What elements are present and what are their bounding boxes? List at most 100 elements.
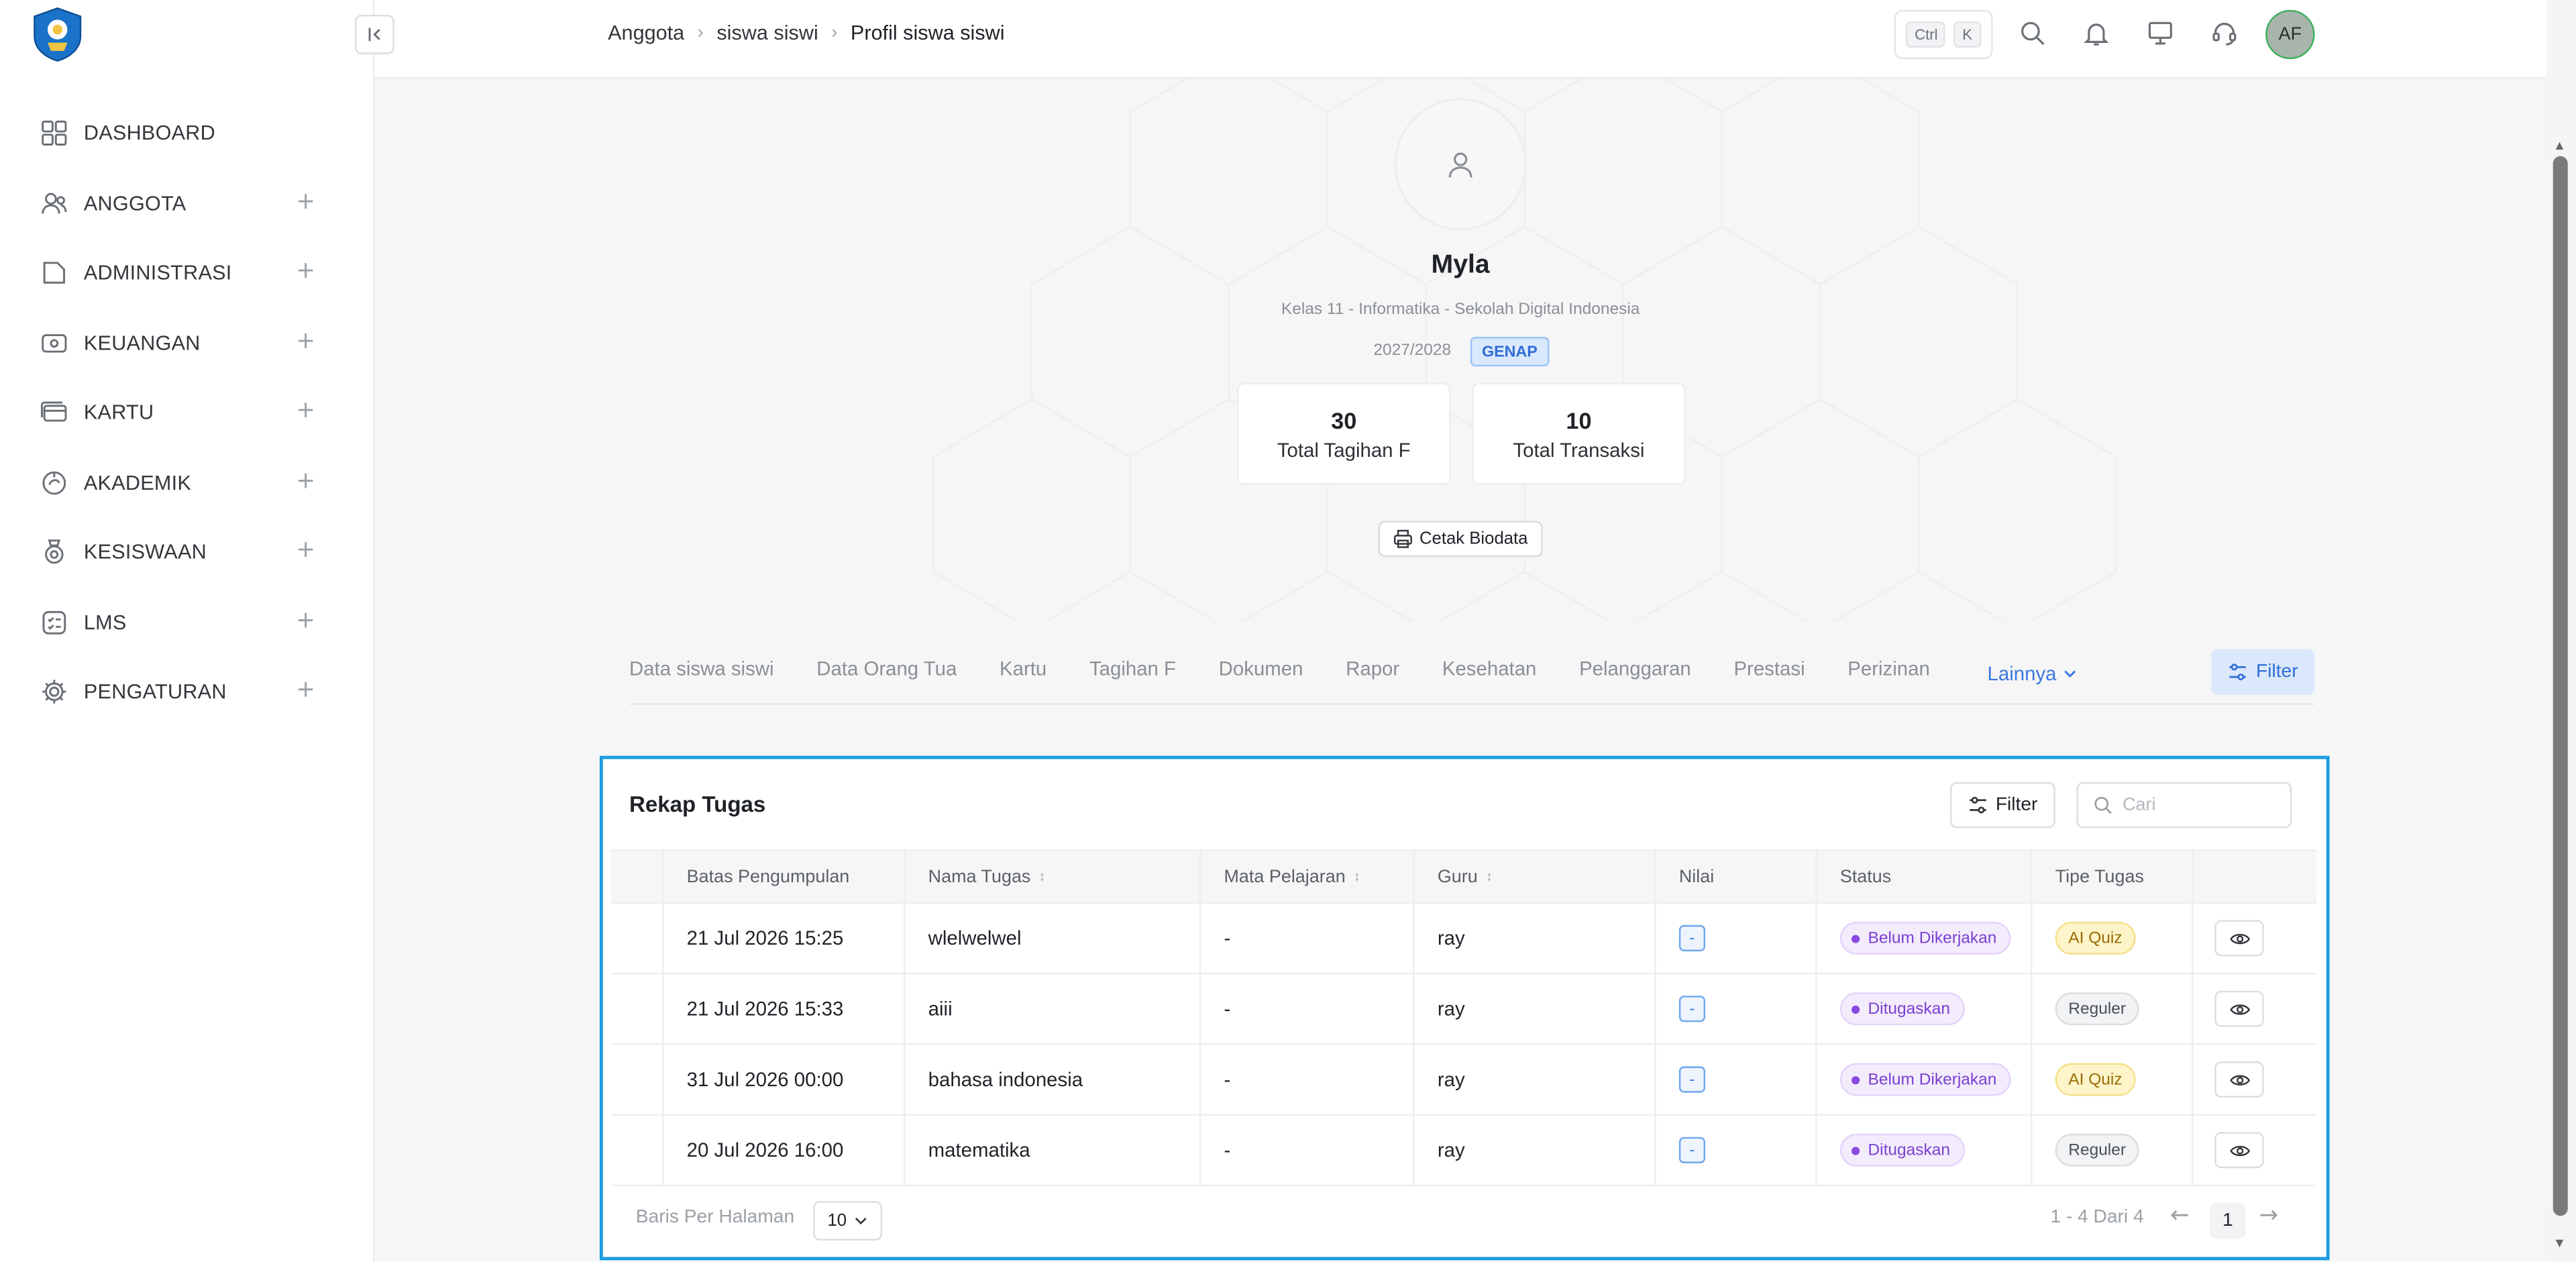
collapse-sidebar-button[interactable]	[354, 15, 394, 54]
sidebar-item-dashboard[interactable]: DASHBOARD	[40, 113, 322, 153]
tabs-filter-button[interactable]: Filter	[2211, 649, 2315, 695]
pagination-range: 1 - 4 Dari 4	[2050, 1208, 2144, 1228]
status-dot-icon	[1851, 934, 1860, 943]
scrollbar-thumb[interactable]	[2553, 156, 2568, 1216]
view-button[interactable]	[2214, 1061, 2264, 1098]
breadcrumb-link-siswa[interactable]: siswa siswi	[716, 21, 818, 44]
rows-per-page-select[interactable]: 10	[813, 1201, 883, 1241]
sidebar-item-label: ADMINISTRASI	[83, 261, 232, 284]
topbar: Anggota › siswa siswi › Profil siswa sis…	[354, 0, 2546, 79]
scroll-up-arrow-icon[interactable]: ▲	[2553, 138, 2566, 153]
column-label: Nama Tugas	[928, 866, 1031, 887]
table-search-input[interactable]	[2123, 795, 2271, 815]
rekap-tugas-panel: Rekap Tugas Filter Batas Pengumpulan Nam…	[599, 755, 2330, 1261]
cell-subject: -	[1224, 997, 1231, 1020]
table-row: 31 Jul 2026 00:00 bahasa indonesia - ray…	[611, 1045, 2317, 1116]
headset-support-icon[interactable]	[2210, 18, 2239, 48]
print-biodata-button[interactable]: Cetak Biodata	[1378, 521, 1543, 558]
expand-plus-icon[interactable]: +	[296, 398, 315, 424]
command-palette-shortcut[interactable]: Ctrl K	[1894, 9, 1993, 60]
collapse-left-icon	[368, 28, 380, 42]
tab-dokumen[interactable]: Dokumen	[1219, 658, 1303, 690]
scroll-down-arrow-icon[interactable]: ▼	[2553, 1236, 2566, 1251]
sidebar-item-label: PENGATURAN	[83, 680, 227, 704]
sort-icon[interactable]: ↕	[1354, 870, 1360, 884]
expand-plus-icon[interactable]: +	[296, 677, 315, 703]
sidebar-item-kesiswaan[interactable]: KESISWAAN +	[40, 532, 322, 572]
cell-teacher: ray	[1437, 927, 1465, 950]
sidebar-item-akademik[interactable]: AKADEMIK +	[40, 464, 322, 503]
sidebar-item-kartu[interactable]: KARTU +	[40, 392, 322, 432]
sidebar-item-label: AKADEMIK	[83, 471, 192, 495]
status-label: Ditugaskan	[1868, 1141, 1951, 1159]
academic-icon	[40, 468, 69, 498]
breadcrumb-current: Profil siswa siswi	[850, 21, 1005, 45]
expand-plus-icon[interactable]: +	[296, 258, 315, 284]
school-logo-icon[interactable]	[30, 7, 85, 62]
breadcrumb-link-anggota[interactable]: Anggota	[608, 21, 684, 44]
tab-rapor[interactable]: Rapor	[1346, 658, 1399, 690]
expand-plus-icon[interactable]: +	[296, 537, 315, 564]
tab-kartu[interactable]: Kartu	[1000, 658, 1046, 690]
view-button[interactable]	[2214, 990, 2264, 1027]
page-scrollbar[interactable]: ▲ ▼	[2546, 0, 2576, 1262]
sort-icon[interactable]: ↕	[1486, 870, 1493, 884]
chevron-down-icon	[855, 1217, 867, 1225]
tab-kesehatan[interactable]: Kesehatan	[1442, 658, 1537, 690]
sidebar-item-label: KARTU	[83, 401, 154, 424]
cell-score: -	[1678, 1116, 1706, 1185]
bell-icon[interactable]	[2082, 18, 2111, 48]
page-number-button[interactable]: 1	[2209, 1202, 2246, 1239]
search-icon[interactable]	[2017, 18, 2047, 48]
user-avatar[interactable]: AF	[2265, 9, 2315, 60]
tab-data-siswa[interactable]: Data siswa siswi	[629, 658, 774, 690]
profile-tabs: Data siswa siswi Data Orang Tua Kartu Ta…	[629, 658, 2119, 690]
view-button[interactable]	[2214, 1132, 2264, 1169]
sidebar-item-administrasi[interactable]: ADMINISTRASI +	[40, 253, 322, 293]
tab-more-dropdown[interactable]: Lainnya	[1988, 658, 2076, 690]
cell-teacher: ray	[1437, 1067, 1465, 1092]
sidebar-item-lms[interactable]: LMS +	[40, 603, 322, 643]
expand-plus-icon[interactable]: +	[296, 468, 315, 494]
search-icon	[2094, 796, 2112, 814]
tab-tagihan[interactable]: Tagihan F	[1089, 658, 1176, 690]
stat-value: 10	[1566, 407, 1592, 434]
chevron-right-icon: ›	[697, 23, 704, 43]
sidebar-item-label: KEUANGAN	[83, 331, 201, 355]
sidebar-item-pengaturan[interactable]: PENGATURAN +	[40, 672, 322, 712]
column-header-teacher[interactable]: Guru ↕	[1438, 851, 1493, 902]
next-page-arrow-icon[interactable]: →	[2259, 1203, 2278, 1229]
sidebar-item-anggota[interactable]: ANGGOTA +	[40, 184, 322, 223]
printer-icon	[1393, 529, 1412, 548]
ctrl-key: Ctrl	[1907, 21, 1946, 48]
expand-plus-icon[interactable]: +	[296, 189, 315, 215]
tab-perizinan[interactable]: Perizinan	[1847, 658, 1930, 690]
column-label: Guru	[1437, 866, 1478, 887]
view-button[interactable]	[2214, 920, 2264, 957]
tab-prestasi[interactable]: Prestasi	[1733, 658, 1805, 690]
previous-page-arrow-icon[interactable]: ←	[2170, 1203, 2190, 1229]
stat-value: 30	[1331, 407, 1357, 434]
table-search-field[interactable]	[2076, 782, 2292, 829]
sidebar-item-keuangan[interactable]: KEUANGAN +	[40, 323, 322, 363]
status-label: Ditugaskan	[1868, 1000, 1951, 1018]
stat-card-total-tagihan: 30 Total Tagihan F	[1237, 382, 1451, 485]
expand-plus-icon[interactable]: +	[296, 608, 315, 634]
column-header-task-name[interactable]: Nama Tugas ↕	[928, 851, 1046, 902]
tab-data-orang-tua[interactable]: Data Orang Tua	[816, 658, 957, 690]
chevron-down-icon	[2063, 670, 2076, 678]
table-filter-button[interactable]: Filter	[1949, 782, 2055, 829]
status-dot-icon	[1851, 1004, 1860, 1013]
sort-icon[interactable]: ↕	[1039, 870, 1046, 884]
k-key: K	[1954, 21, 1981, 48]
expand-plus-icon[interactable]: +	[296, 329, 315, 355]
profile-avatar	[1395, 98, 1527, 230]
cell-deadline: 21 Jul 2026 15:33	[686, 997, 844, 1020]
column-header-status: Status	[1840, 851, 1891, 902]
cell-type: Reguler	[2055, 974, 2139, 1043]
status-badge: Ditugaskan	[1839, 1133, 1966, 1167]
column-header-subject[interactable]: Mata Pelajaran ↕	[1224, 851, 1360, 902]
monitor-icon[interactable]	[2145, 18, 2175, 48]
column-header-deadline[interactable]: Batas Pengumpulan	[687, 851, 850, 902]
tab-pelanggaran[interactable]: Pelanggaran	[1579, 658, 1691, 690]
